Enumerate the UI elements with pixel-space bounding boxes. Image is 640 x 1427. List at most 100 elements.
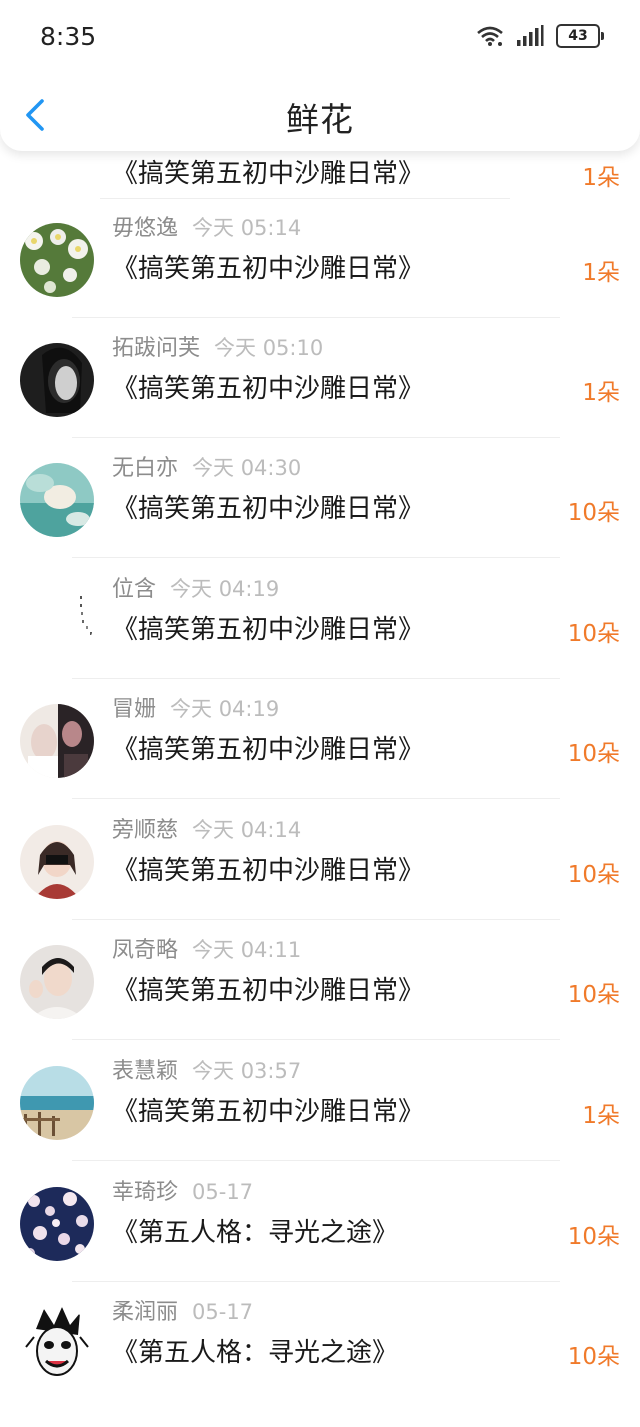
divider [72,678,560,679]
avatar[interactable] [20,1307,94,1381]
timestamp: 今天 04:14 [192,818,302,842]
status-bar: 8:35 43 [0,0,640,75]
status-time: 8:35 [40,22,97,51]
top-nav-bar: 鲜花 [0,75,640,151]
name-line: 冒姗 今天 04:19 [112,691,280,722]
divider [72,1281,560,1282]
divider [72,437,560,438]
timestamp: 今天 05:14 [192,216,302,240]
avatar-image [20,945,94,1019]
list-item[interactable]: 无白亦 今天 04:30 《搞笑第五初中沙雕日常》 10朵 [0,456,640,583]
name-line: 柔润丽 05-17 [112,1294,254,1325]
user-name[interactable]: 凤奇略 [112,938,178,963]
book-title: 《搞笑第五初中沙雕日常》 [112,976,425,1006]
user-name[interactable]: 柔润丽 [112,1300,178,1325]
avatar[interactable] [20,1187,94,1261]
avatar-image [20,704,94,778]
book-title: 《搞笑第五初中沙雕日常》 [112,856,425,886]
user-name[interactable]: 位含 [112,577,156,602]
list-item[interactable]: 柔润丽 05-17 《第五人格：寻光之途》 10朵 [0,1300,640,1427]
timestamp: 05-17 [192,1300,254,1324]
avatar-image [20,223,94,297]
avatar[interactable] [20,343,94,417]
divider [72,1039,560,1040]
avatar[interactable] [20,223,94,297]
list-item[interactable]: 位含 今天 04:19 《搞笑第五初中沙雕日常》 10朵 [0,577,640,704]
avatar[interactable] [20,463,94,537]
user-name[interactable]: 旁顺慈 [112,818,178,843]
signal-icon [517,25,544,46]
name-line: 拓跋问芙 今天 05:10 [112,330,324,361]
flower-count: 10朵 [567,862,620,888]
avatar[interactable] [20,825,94,899]
list-item[interactable]: 冒姗 今天 04:19 《搞笑第五初中沙雕日常》 10朵 [0,697,640,824]
divider [72,317,560,318]
flower-count: 10朵 [567,741,620,767]
user-name[interactable]: 冒姗 [112,697,156,722]
list-item[interactable]: 表慧颖 今天 03:57 《搞笑第五初中沙雕日常》 1朵 [0,1059,640,1186]
book-title: 《搞笑第五初中沙雕日常》 [112,615,425,645]
timestamp: 今天 04:19 [170,697,280,721]
name-line: 旁顺慈 今天 04:14 [112,812,302,843]
timestamp: 今天 04:19 [170,577,280,601]
timestamp: 今天 03:57 [192,1059,302,1083]
user-name[interactable]: 表慧颖 [112,1059,178,1084]
divider [72,919,560,920]
timestamp: 05-17 [192,1180,254,1204]
avatar-image [20,463,94,537]
book-title: 《第五人格：寻光之途》 [112,1218,399,1248]
flower-count: 1朵 [582,165,620,191]
flower-count: 1朵 [582,380,620,406]
list-item[interactable]: 凤奇略 今天 04:11 《搞笑第五初中沙雕日常》 10朵 [0,938,640,1065]
book-title: 《搞笑第五初中沙雕日常》 [112,735,425,765]
avatar-image [20,825,94,899]
avatar-image [20,1187,94,1261]
flower-count: 1朵 [582,1103,620,1129]
book-title: 《搞笑第五初中沙雕日常》 [112,159,425,189]
page-title: 鲜花 [286,100,354,139]
flower-count: 10朵 [567,982,620,1008]
flower-count: 10朵 [567,621,620,647]
wifi-icon [477,26,503,46]
avatar[interactable] [20,704,94,778]
user-name[interactable]: 毋悠逸 [112,216,178,241]
divider [100,198,510,199]
divider [72,1160,560,1161]
divider [72,557,560,558]
book-title: 《第五人格：寻光之途》 [112,1338,399,1368]
avatar[interactable] [20,1066,94,1140]
timestamp: 今天 04:11 [192,938,302,962]
name-line: 毋悠逸 今天 05:14 [112,210,302,241]
book-title: 《搞笑第五初中沙雕日常》 [112,494,425,524]
name-line: 幸琦珍 05-17 [112,1174,254,1205]
book-title: 《搞笑第五初中沙雕日常》 [112,1097,425,1127]
battery-icon: 43 [556,24,604,48]
list-item[interactable]: 拓跋问芙 今天 05:10 《搞笑第五初中沙雕日常》 1朵 [0,336,640,463]
avatar-image [20,343,94,417]
divider [72,798,560,799]
timestamp: 今天 04:30 [192,456,302,480]
flower-count: 10朵 [567,500,620,526]
list-item[interactable]: 旁顺慈 今天 04:14 《搞笑第五初中沙雕日常》 10朵 [0,818,640,945]
name-line: 位含 今天 04:19 [112,571,280,602]
flower-count: 10朵 [567,1344,620,1370]
user-name[interactable]: 拓跋问芙 [112,336,200,361]
avatar[interactable] [20,945,94,1019]
flower-count: 1朵 [582,260,620,286]
user-name[interactable]: 无白亦 [112,456,178,481]
name-line: 无白亦 今天 04:30 [112,450,302,481]
name-line: 凤奇略 今天 04:11 [112,932,302,963]
list-item[interactable]: 幸琦珍 05-17 《第五人格：寻光之途》 10朵 [0,1180,640,1307]
flower-count: 10朵 [567,1224,620,1250]
book-title: 《搞笑第五初中沙雕日常》 [112,374,425,404]
book-title: 《搞笑第五初中沙雕日常》 [112,254,425,284]
user-name[interactable]: 幸琦珍 [112,1180,178,1205]
avatar-image [20,584,94,658]
avatar-image [20,1307,94,1381]
name-line: 表慧颖 今天 03:57 [112,1053,302,1084]
timestamp: 今天 05:10 [214,336,324,360]
avatar-image [20,1066,94,1140]
list-item[interactable]: 毋悠逸 今天 05:14 《搞笑第五初中沙雕日常》 1朵 [0,216,640,343]
avatar[interactable] [20,584,94,658]
status-icons: 43 [476,24,604,48]
